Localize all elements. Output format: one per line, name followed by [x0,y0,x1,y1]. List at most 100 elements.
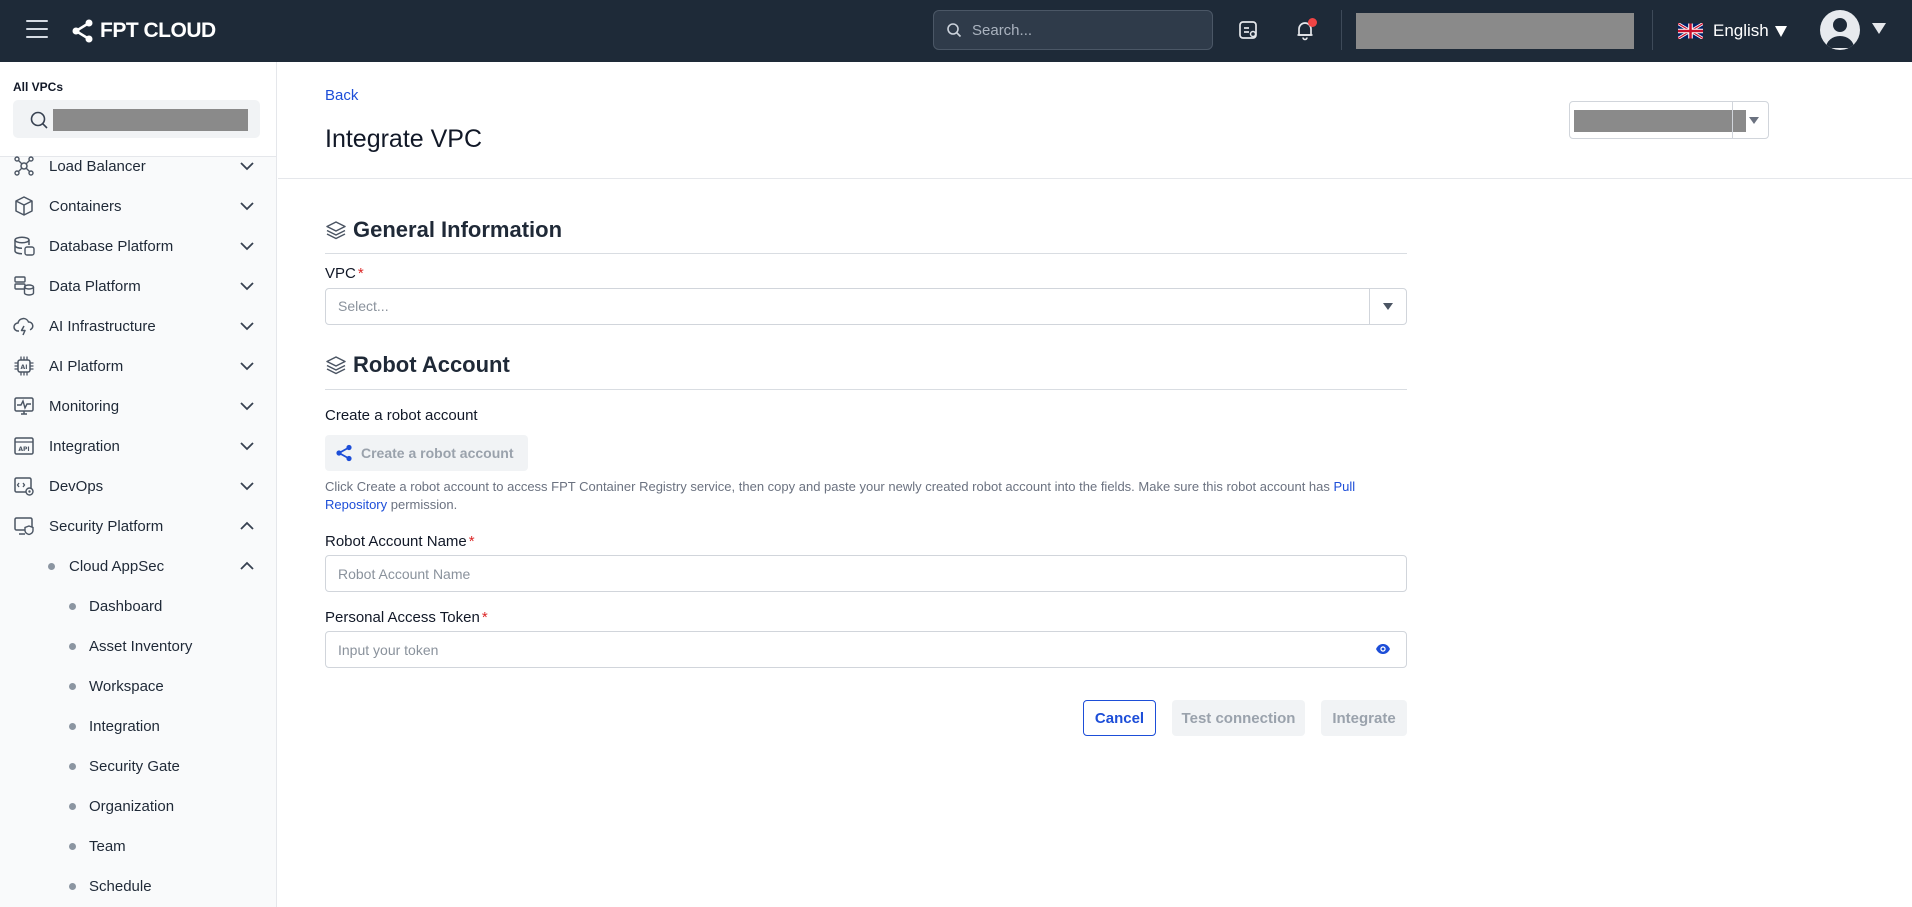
chevron-up-icon [240,561,254,570]
sidebar-item-containers[interactable]: Containers [0,186,276,226]
personal-access-token-label: Personal Access Token * [325,609,488,626]
sidebar-item-data-platform[interactable]: Data Platform [0,266,276,306]
fpt-cloud-logo[interactable]: FPT CLOUD [70,17,216,45]
chevron-down-icon [240,442,254,451]
chevron-down-icon [240,162,254,171]
header-divider [1341,10,1342,50]
sidebar-item-load-balancer[interactable]: Load Balancer [0,146,276,186]
chevron-down-icon [240,202,254,211]
monitor-pulse-icon [12,394,36,418]
sidebar-item-monitoring[interactable]: Monitoring [0,386,276,426]
redacted-region-value [1574,110,1746,132]
cancel-button[interactable]: Cancel [1083,700,1156,736]
sidebar-item-ai-infrastructure[interactable]: AI Infrastructure [0,306,276,346]
page-title: Integrate VPC [325,125,483,153]
sidebar-item-integration[interactable]: API Integration [0,426,276,466]
select-divider [1369,289,1370,324]
sidebar-item-devops[interactable]: DevOps [0,466,276,506]
chevron-down-icon [240,322,254,331]
sidebar-item-schedule[interactable]: Schedule [0,866,276,906]
sidebar-item-appsec-integration[interactable]: Integration [0,706,276,746]
eye-icon[interactable] [1375,641,1391,657]
global-search[interactable] [933,10,1213,50]
chevron-down-icon [240,482,254,491]
section-divider [325,253,1407,254]
bullet-dot [69,722,76,730]
select-divider [1732,102,1733,138]
section-divider [325,389,1407,390]
menu-icon[interactable] [26,20,48,38]
sidebar-item-cloud-appsec[interactable]: Cloud AppSec [0,546,276,586]
api-icon: API [12,434,36,458]
notification-bell-icon[interactable] [1291,16,1319,44]
general-information-heading: General Information [325,217,562,243]
svg-text:AI: AI [21,364,28,371]
avatar-caret-down-icon[interactable] [1872,23,1886,34]
personal-access-token-input[interactable] [325,631,1407,668]
sidebar-item-dashboard[interactable]: Dashboard [0,586,276,626]
vpc-search[interactable] [13,100,260,138]
security-icon [12,514,36,538]
caret-down-icon [1749,117,1759,124]
cloud-bolt-icon [12,314,36,338]
search-input[interactable] [972,21,1192,39]
search-icon [947,23,962,38]
robot-account-heading: Robot Account [325,352,510,378]
vpc-select-placeholder: Select... [338,298,389,314]
required-mark: * [357,265,364,282]
sidebar-title: All VPCs [13,80,64,94]
language-selector[interactable]: English [1678,18,1787,44]
header-divider [278,178,1912,179]
bullet-dot [69,802,76,810]
back-link[interactable]: Back [325,87,358,104]
required-mark: * [468,533,475,550]
notification-dot [1308,18,1317,27]
bullet-dot [69,842,76,850]
network-icon [336,444,352,462]
redacted-account-name[interactable] [1356,13,1634,49]
load-balancer-icon [12,154,36,178]
ai-chip-icon: AI [12,354,36,378]
bullet-dot [48,562,55,570]
svg-text:API: API [18,446,29,453]
integrate-button[interactable]: Integrate [1321,700,1407,736]
region-selector[interactable] [1569,101,1769,139]
layers-icon [326,221,346,240]
caret-down-icon [1774,25,1787,37]
caret-down-icon [1383,303,1393,310]
logo-mark-icon [72,19,93,43]
robot-account-name-label: Robot Account Name * [325,533,475,550]
redacted-vpc-name [53,109,248,131]
sidebar-item-security-platform[interactable]: Security Platform [0,506,276,546]
sidebar-item-workspace[interactable]: Workspace [0,666,276,706]
sidebar-item-security-gate[interactable]: Security Gate [0,746,276,786]
user-avatar[interactable] [1820,10,1860,50]
bullet-dot [69,882,76,890]
sidebar: All VPCs Load Balancer Containers Databa… [0,62,277,907]
sidebar-item-database-platform[interactable]: Database Platform [0,226,276,266]
chevron-up-icon [240,521,254,530]
data-platform-icon [12,274,36,298]
top-bar: FPT CLOUD English [0,0,1912,62]
vpc-select[interactable]: Select... [325,288,1407,325]
chevron-down-icon [240,242,254,251]
create-robot-label: Create a robot account [325,407,478,424]
header-divider [1652,10,1653,50]
sidebar-item-ai-platform[interactable]: AI AI Platform [0,346,276,386]
required-mark: * [481,609,488,626]
devops-icon [12,474,36,498]
chevron-down-icon [240,362,254,371]
sidebar-item-team[interactable]: Team [0,826,276,866]
database-icon [12,234,36,258]
create-robot-account-button[interactable]: Create a robot account [325,435,528,471]
bullet-dot [69,682,76,690]
chevron-down-icon [240,402,254,411]
bullet-dot [69,762,76,770]
sidebar-item-organization[interactable]: Organization [0,786,276,826]
language-label: English [1713,21,1769,40]
test-connection-button[interactable]: Test connection [1172,700,1305,736]
uk-flag-icon [1678,23,1703,39]
sidebar-item-asset-inventory[interactable]: Asset Inventory [0,626,276,666]
billing-icon[interactable] [1234,16,1262,44]
robot-account-name-input[interactable] [325,555,1407,592]
